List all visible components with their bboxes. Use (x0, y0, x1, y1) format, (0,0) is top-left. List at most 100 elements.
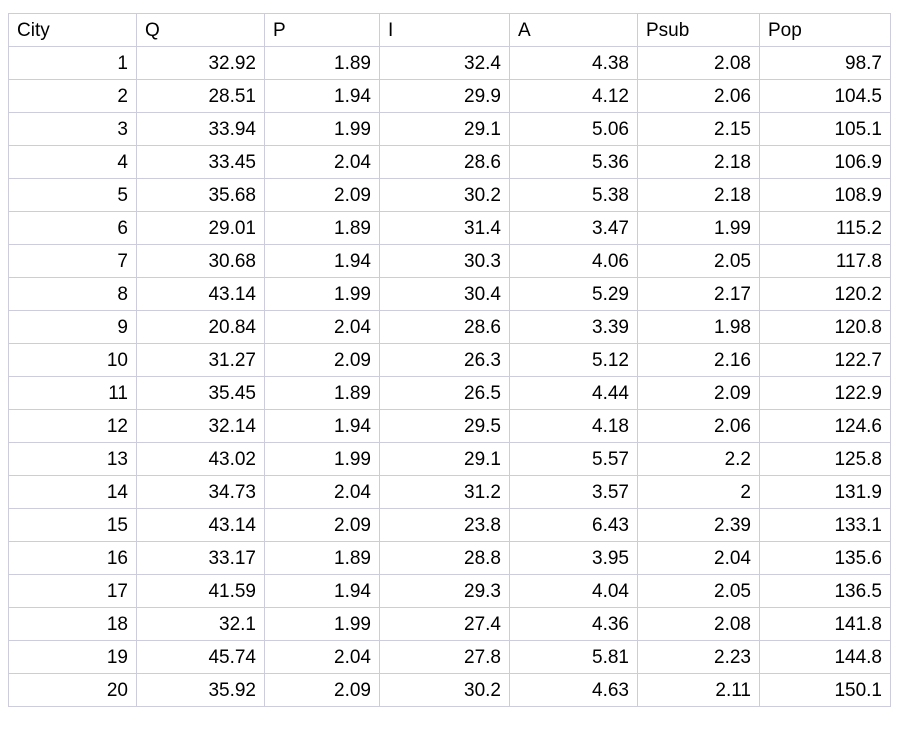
cell-p[interactable]: 1.99 (264, 442, 380, 476)
cell-q[interactable]: 28.51 (136, 79, 265, 113)
cell-i[interactable]: 29.9 (379, 79, 510, 113)
cell-p[interactable]: 1.89 (264, 541, 380, 575)
cell-p[interactable]: 1.89 (264, 211, 380, 245)
cell-a[interactable]: 5.57 (509, 442, 638, 476)
cell-city[interactable]: 18 (8, 607, 137, 641)
cell-psub[interactable]: 2.06 (637, 79, 760, 113)
cell-p[interactable]: 2.09 (264, 508, 380, 542)
cell-city[interactable]: 16 (8, 541, 137, 575)
cell-a[interactable]: 4.12 (509, 79, 638, 113)
cell-p[interactable]: 1.99 (264, 607, 380, 641)
cell-city[interactable]: 10 (8, 343, 137, 377)
cell-p[interactable]: 2.04 (264, 640, 380, 674)
cell-p[interactable]: 1.94 (264, 409, 380, 443)
column-header-i[interactable]: I (379, 13, 510, 47)
cell-a[interactable]: 3.95 (509, 541, 638, 575)
cell-q[interactable]: 33.17 (136, 541, 265, 575)
cell-a[interactable]: 5.81 (509, 640, 638, 674)
cell-pop[interactable]: 125.8 (759, 442, 891, 476)
cell-i[interactable]: 31.4 (379, 211, 510, 245)
cell-psub[interactable]: 2.09 (637, 376, 760, 410)
column-header-a[interactable]: A (509, 13, 638, 47)
cell-city[interactable]: 11 (8, 376, 137, 410)
cell-q[interactable]: 20.84 (136, 310, 265, 344)
cell-q[interactable]: 43.14 (136, 277, 265, 311)
cell-pop[interactable]: 144.8 (759, 640, 891, 674)
cell-psub[interactable]: 2.08 (637, 46, 760, 80)
cell-city[interactable]: 15 (8, 508, 137, 542)
cell-q[interactable]: 41.59 (136, 574, 265, 608)
cell-i[interactable]: 28.8 (379, 541, 510, 575)
cell-p[interactable]: 2.09 (264, 673, 380, 707)
cell-city[interactable]: 12 (8, 409, 137, 443)
cell-i[interactable]: 28.6 (379, 145, 510, 179)
cell-i[interactable]: 30.2 (379, 673, 510, 707)
cell-q[interactable]: 34.73 (136, 475, 265, 509)
cell-i[interactable]: 31.2 (379, 475, 510, 509)
cell-q[interactable]: 43.14 (136, 508, 265, 542)
column-header-p[interactable]: P (264, 13, 380, 47)
cell-i[interactable]: 29.3 (379, 574, 510, 608)
cell-pop[interactable]: 104.5 (759, 79, 891, 113)
cell-i[interactable]: 26.5 (379, 376, 510, 410)
cell-q[interactable]: 35.45 (136, 376, 265, 410)
column-header-psub[interactable]: Psub (637, 13, 760, 47)
cell-psub[interactable]: 2.05 (637, 244, 760, 278)
cell-i[interactable]: 27.8 (379, 640, 510, 674)
cell-a[interactable]: 4.38 (509, 46, 638, 80)
cell-city[interactable]: 8 (8, 277, 137, 311)
cell-pop[interactable]: 120.8 (759, 310, 891, 344)
cell-pop[interactable]: 117.8 (759, 244, 891, 278)
cell-i[interactable]: 30.2 (379, 178, 510, 212)
cell-a[interactable]: 4.04 (509, 574, 638, 608)
cell-a[interactable]: 5.29 (509, 277, 638, 311)
cell-psub[interactable]: 2.2 (637, 442, 760, 476)
cell-city[interactable]: 17 (8, 574, 137, 608)
cell-q[interactable]: 33.94 (136, 112, 265, 146)
cell-psub[interactable]: 2.04 (637, 541, 760, 575)
cell-psub[interactable]: 2.05 (637, 574, 760, 608)
cell-a[interactable]: 5.38 (509, 178, 638, 212)
cell-psub[interactable]: 2.39 (637, 508, 760, 542)
cell-pop[interactable]: 131.9 (759, 475, 891, 509)
cell-a[interactable]: 4.18 (509, 409, 638, 443)
cell-q[interactable]: 32.1 (136, 607, 265, 641)
cell-city[interactable]: 5 (8, 178, 137, 212)
cell-q[interactable]: 33.45 (136, 145, 265, 179)
column-header-pop[interactable]: Pop (759, 13, 891, 47)
cell-q[interactable]: 31.27 (136, 343, 265, 377)
cell-psub[interactable]: 1.99 (637, 211, 760, 245)
cell-q[interactable]: 35.68 (136, 178, 265, 212)
cell-pop[interactable]: 135.6 (759, 541, 891, 575)
cell-pop[interactable]: 105.1 (759, 112, 891, 146)
cell-a[interactable]: 5.36 (509, 145, 638, 179)
cell-city[interactable]: 9 (8, 310, 137, 344)
cell-q[interactable]: 35.92 (136, 673, 265, 707)
cell-i[interactable]: 23.8 (379, 508, 510, 542)
cell-pop[interactable]: 122.9 (759, 376, 891, 410)
cell-i[interactable]: 29.1 (379, 112, 510, 146)
cell-p[interactable]: 2.09 (264, 178, 380, 212)
cell-a[interactable]: 3.39 (509, 310, 638, 344)
cell-p[interactable]: 2.09 (264, 343, 380, 377)
cell-psub[interactable]: 2.08 (637, 607, 760, 641)
cell-i[interactable]: 28.6 (379, 310, 510, 344)
cell-city[interactable]: 3 (8, 112, 137, 146)
cell-pop[interactable]: 150.1 (759, 673, 891, 707)
cell-psub[interactable]: 2.17 (637, 277, 760, 311)
cell-i[interactable]: 32.4 (379, 46, 510, 80)
cell-p[interactable]: 1.99 (264, 112, 380, 146)
cell-p[interactable]: 2.04 (264, 310, 380, 344)
cell-p[interactable]: 1.94 (264, 79, 380, 113)
cell-i[interactable]: 30.4 (379, 277, 510, 311)
cell-a[interactable]: 4.36 (509, 607, 638, 641)
column-header-city[interactable]: City (8, 13, 137, 47)
cell-city[interactable]: 2 (8, 79, 137, 113)
cell-pop[interactable]: 124.6 (759, 409, 891, 443)
cell-i[interactable]: 29.1 (379, 442, 510, 476)
cell-psub[interactable]: 2.18 (637, 145, 760, 179)
cell-a[interactable]: 4.63 (509, 673, 638, 707)
cell-psub[interactable]: 2.06 (637, 409, 760, 443)
cell-city[interactable]: 6 (8, 211, 137, 245)
cell-pop[interactable]: 122.7 (759, 343, 891, 377)
